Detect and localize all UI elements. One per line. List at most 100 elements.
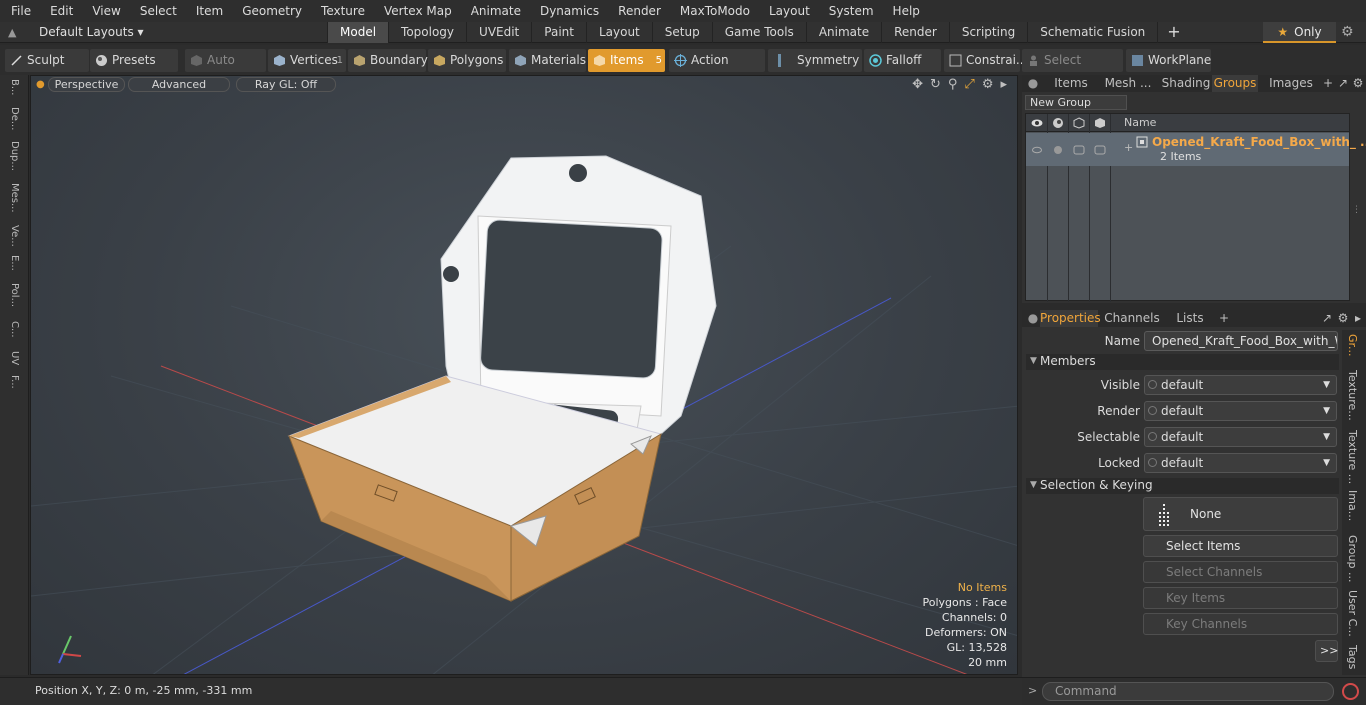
tab-lists[interactable]: Lists — [1166, 310, 1214, 327]
tab-game-tools[interactable]: Game Tools — [711, 22, 806, 43]
tab-scripting[interactable]: Scripting — [948, 22, 1027, 43]
lock-icon[interactable] — [1094, 117, 1106, 129]
add-properties-tab-icon[interactable]: + — [1218, 310, 1230, 327]
selectable-icon[interactable] — [1073, 117, 1085, 129]
menu-item[interactable]: Item — [185, 0, 231, 22]
tab-shading[interactable]: Shading — [1158, 75, 1214, 92]
materials-button[interactable]: Materials — [509, 49, 586, 72]
zoom-icon[interactable]: ⚲ — [948, 77, 958, 92]
render-dropdown[interactable]: default ▼ — [1144, 401, 1337, 421]
tab-uvedit[interactable]: UVEdit — [466, 22, 531, 43]
panel-gear-icon[interactable]: ⚙ — [1352, 75, 1364, 92]
constraints-button[interactable]: Constrai... — [944, 49, 1027, 72]
falloff-button[interactable]: Falloff — [864, 49, 941, 72]
scrollbar-handle[interactable]: ⋮ — [1352, 205, 1362, 225]
tab-images[interactable]: Images — [1262, 75, 1320, 92]
scene-canvas[interactable] — [31, 76, 1018, 675]
more-button[interactable]: >> — [1315, 640, 1338, 662]
eye-icon[interactable] — [1031, 117, 1043, 129]
action-center-button[interactable]: Action Center — [669, 49, 765, 90]
strip-tab-curve[interactable]: C... — [6, 321, 20, 338]
new-group-button[interactable]: New Group — [1025, 95, 1127, 110]
default-layouts-dropdown[interactable]: Default Layouts ▾ — [39, 25, 144, 39]
row-lock-icon[interactable] — [1094, 144, 1106, 156]
strip-tab-duplicate[interactable]: Dup... — [6, 141, 20, 171]
name-field[interactable]: Opened_Kraft_Food_Box_with_Window — [1144, 331, 1338, 351]
polygons-button[interactable]: Polygons — [428, 49, 506, 72]
menu-texture[interactable]: Texture — [310, 0, 373, 22]
tab-paint[interactable]: Paint — [531, 22, 586, 43]
add-panel-tab-icon[interactable]: + — [1322, 75, 1334, 92]
tab-groups[interactable]: Groups — [1212, 75, 1258, 92]
properties-gear-icon[interactable]: ⚙ — [1336, 310, 1350, 327]
menu-file[interactable]: File — [0, 0, 39, 22]
menu-layout[interactable]: Layout — [758, 0, 818, 22]
expand-properties-icon[interactable]: ↗ — [1320, 310, 1334, 327]
vtab-texture-2[interactable]: Texture ... — [1346, 430, 1359, 484]
selectable-dropdown[interactable]: default ▼ — [1144, 427, 1337, 447]
locked-dropdown[interactable]: default ▼ — [1144, 453, 1337, 473]
command-input[interactable]: Command — [1042, 682, 1334, 701]
pan-icon[interactable]: ✥ — [912, 77, 923, 92]
properties-menu-icon[interactable]: ● — [1026, 310, 1040, 327]
expand-row-icon[interactable]: + — [1124, 141, 1133, 154]
gear-icon[interactable]: ⚙ — [1341, 24, 1354, 40]
auto-select-button[interactable]: Auto Select — [185, 49, 266, 90]
add-tab-icon[interactable]: + — [1157, 22, 1189, 43]
strip-tab-basic[interactable]: B... — [6, 79, 20, 95]
tab-topology[interactable]: Topology — [388, 22, 466, 43]
panel-menu-icon[interactable]: ● — [1026, 75, 1040, 92]
viewport-gear-icon[interactable]: ⚙ — [982, 77, 994, 92]
viewport-expand-icon[interactable]: ▸ — [1000, 77, 1007, 92]
menu-help[interactable]: Help — [882, 0, 928, 22]
workplane-button[interactable]: WorkPlane — [1126, 49, 1211, 72]
vtab-image[interactable]: Ima... — [1346, 490, 1359, 521]
select-channels-button[interactable]: Select Channels — [1143, 561, 1338, 583]
collapse-up-icon[interactable]: ▲ — [8, 26, 16, 39]
tab-layout[interactable]: Layout — [585, 22, 652, 43]
row-select-icon[interactable] — [1073, 144, 1085, 156]
items-button[interactable]: Items 5 — [588, 49, 665, 72]
sculpt-button[interactable]: Sculpt — [5, 49, 89, 72]
tab-items[interactable]: Items — [1044, 75, 1098, 92]
symmetry-button[interactable]: Symmetry — [768, 49, 862, 72]
menu-view[interactable]: View — [81, 0, 128, 22]
menu-geometry[interactable]: Geometry — [231, 0, 310, 22]
3d-viewport[interactable]: ● Perspective Advanced Ray GL: Off ✥ ↻ ⚲… — [30, 75, 1018, 675]
menu-animate[interactable]: Animate — [460, 0, 529, 22]
strip-tab-fusion[interactable]: F... — [6, 375, 20, 389]
key-items-button[interactable]: Key Items — [1143, 587, 1338, 609]
record-icon[interactable] — [1342, 683, 1359, 700]
vtab-group-2[interactable]: Group ... — [1346, 535, 1359, 582]
tab-model[interactable]: Model — [327, 22, 389, 43]
menu-maxtomodo[interactable]: MaxToModo — [669, 0, 758, 22]
selection-keying-section[interactable]: ▼ Selection & Keying — [1026, 478, 1339, 494]
tab-mesh[interactable]: Mesh ... — [1100, 75, 1156, 92]
vtab-tags[interactable]: Tags — [1346, 645, 1359, 669]
key-channels-button[interactable]: Key Channels — [1143, 613, 1338, 635]
rotate-icon[interactable]: ↻ — [930, 77, 941, 92]
strip-tab-mesh[interactable]: Mes... — [6, 183, 20, 213]
tab-setup[interactable]: Setup — [651, 22, 712, 43]
vertices-button[interactable]: Vertices 1 — [268, 49, 346, 72]
tab-properties[interactable]: Properties — [1040, 310, 1101, 327]
presets-button[interactable]: Presets — [90, 49, 178, 72]
row-eye-icon[interactable] — [1031, 144, 1043, 156]
fit-icon[interactable]: ⤢ — [964, 77, 974, 92]
strip-tab-deform[interactable]: De... — [6, 107, 20, 130]
only-toggle[interactable]: ★ Only — [1263, 22, 1336, 43]
shading-mode-button[interactable]: Advanced — [128, 77, 230, 92]
tab-animate[interactable]: Animate — [805, 22, 881, 43]
menu-render[interactable]: Render — [607, 0, 669, 22]
expand-panel-icon[interactable]: ↗ — [1336, 75, 1350, 92]
vtab-group[interactable]: Gr... — [1346, 334, 1359, 357]
menu-select[interactable]: Select — [129, 0, 185, 22]
group-row[interactable]: + Opened_Kraft_Food_Box_with_ ... 2 Item… — [1026, 133, 1366, 166]
row-render-icon[interactable] — [1052, 144, 1064, 156]
vtab-texture-1[interactable]: Texture... — [1346, 370, 1359, 421]
render-icon[interactable] — [1052, 117, 1064, 129]
strip-tab-polygon[interactable]: Pol... — [6, 283, 20, 307]
raygl-toggle[interactable]: Ray GL: Off — [236, 77, 336, 92]
tab-render[interactable]: Render — [881, 22, 949, 43]
none-button[interactable]: None — [1143, 497, 1338, 531]
